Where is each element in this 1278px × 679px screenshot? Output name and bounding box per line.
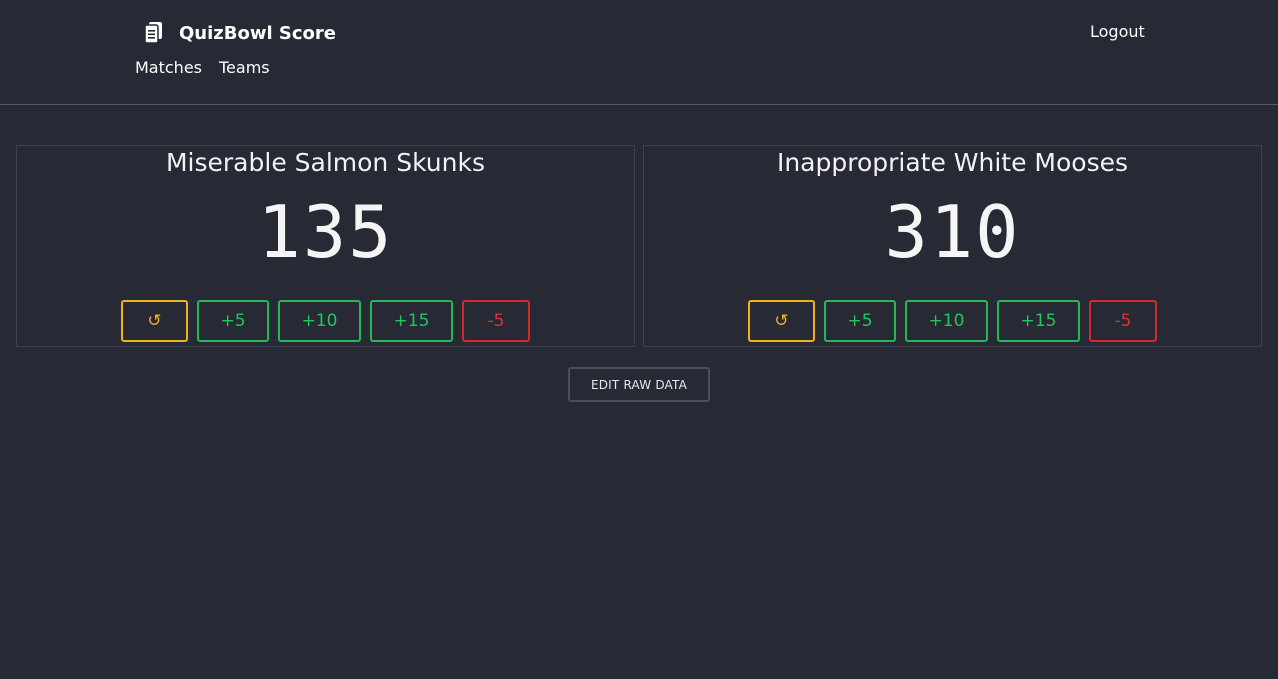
- main-nav: Matches Teams: [135, 58, 287, 77]
- plus-10-button[interactable]: +10: [905, 300, 988, 342]
- team-name: Inappropriate White Mooses: [776, 148, 1129, 177]
- minus-5-button[interactable]: -5: [1089, 300, 1157, 342]
- team-score: 135: [17, 190, 634, 274]
- plus-15-button[interactable]: +15: [997, 300, 1080, 342]
- team-panel-2: Inappropriate White Mooses 310 ↺ +5 +10 …: [643, 145, 1262, 347]
- undo-button[interactable]: ↺: [121, 300, 188, 342]
- nav-matches[interactable]: Matches: [135, 58, 202, 77]
- brand-name: QuizBowl Score: [179, 22, 336, 44]
- undo-button[interactable]: ↺: [748, 300, 815, 342]
- team-name: Miserable Salmon Skunks: [165, 148, 485, 177]
- score-button-row: ↺ +5 +10 +15 -5: [17, 300, 634, 342]
- team-score: 310: [644, 190, 1261, 274]
- plus-5-button[interactable]: +5: [197, 300, 269, 342]
- top-navbar: QuizBowl Score Logout Matches Teams: [0, 0, 1278, 105]
- team-panel-1: Miserable Salmon Skunks 135 ↺ +5 +10 +15…: [16, 145, 635, 347]
- score-value: 310: [884, 190, 1021, 274]
- plus-15-button[interactable]: +15: [370, 300, 453, 342]
- score-button-row: ↺ +5 +10 +15 -5: [644, 300, 1261, 342]
- clipboard-icon: [144, 22, 162, 44]
- plus-5-button[interactable]: +5: [824, 300, 896, 342]
- brand-link[interactable]: QuizBowl Score: [143, 18, 336, 48]
- plus-10-button[interactable]: +10: [278, 300, 361, 342]
- minus-5-button[interactable]: -5: [462, 300, 530, 342]
- edit-raw-data-button[interactable]: EDIT RAW DATA: [568, 367, 710, 402]
- logout-link[interactable]: Logout: [1090, 22, 1145, 41]
- nav-teams[interactable]: Teams: [219, 58, 270, 77]
- score-value: 135: [257, 190, 394, 274]
